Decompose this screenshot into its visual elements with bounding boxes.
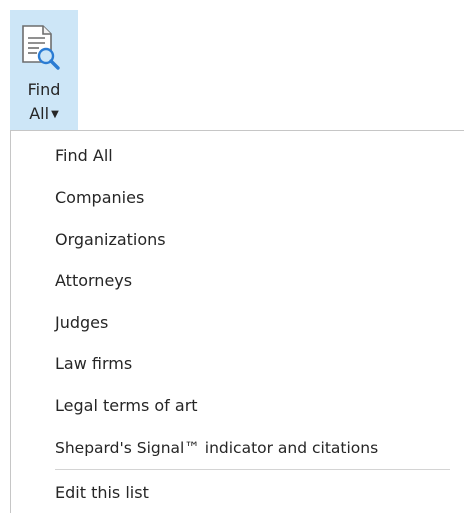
menu-item-edit-this-list[interactable]: Edit this list	[55, 474, 149, 512]
menu-separator	[55, 469, 450, 470]
find-all-ribbon-button[interactable]: Find All ▼	[10, 10, 78, 132]
menu-item-companies[interactable]: Companies	[55, 179, 144, 217]
all-label-row: All ▼	[10, 104, 78, 123]
find-all-frame: Find All ▼ Find All Companies Organizatio…	[0, 0, 464, 513]
menu-item-organizations[interactable]: Organizations	[55, 221, 166, 259]
menu-item-shepards-signal[interactable]: Shepard's Signal™ indicator and citation…	[55, 429, 378, 467]
menu-item-attorneys[interactable]: Attorneys	[55, 262, 132, 300]
menu-item-find-all[interactable]: Find All	[55, 137, 113, 175]
document-search-icon	[22, 25, 60, 70]
dropdown-arrow-icon: ▼	[51, 109, 59, 120]
find-label: Find	[27, 80, 61, 99]
menu-item-legal-terms-of-art[interactable]: Legal terms of art	[55, 387, 198, 425]
find-all-dropdown-menu: Find All Companies Organizations Attorne…	[10, 130, 462, 513]
menu-item-judges[interactable]: Judges	[55, 304, 108, 342]
all-label: All	[29, 104, 50, 123]
menu-item-law-firms[interactable]: Law firms	[55, 345, 132, 383]
